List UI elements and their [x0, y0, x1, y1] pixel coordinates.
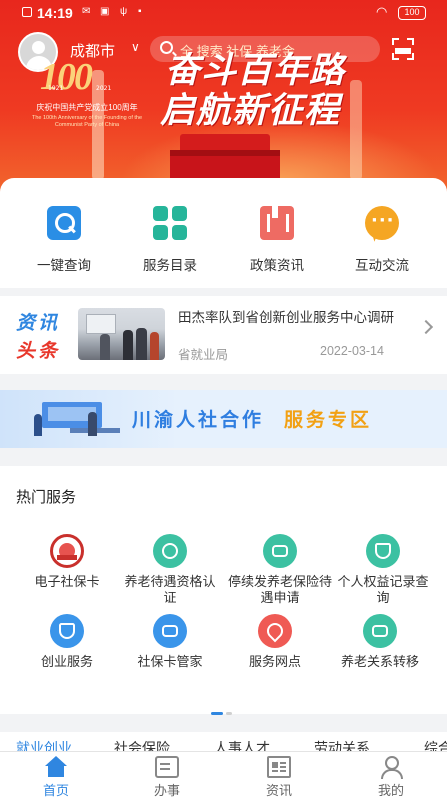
- news-source: 省就业局: [178, 348, 229, 362]
- nav-tasks[interactable]: 办事: [122, 756, 212, 799]
- tab-employment[interactable]: 就业创业: [16, 738, 72, 752]
- social-card-seal-icon: [50, 534, 84, 568]
- nav-me[interactable]: 我的: [346, 756, 436, 799]
- tab-labor-relations[interactable]: 劳动关系: [314, 738, 370, 752]
- notification-icon: [22, 7, 32, 17]
- bottom-nav: 首页 办事 资讯 我的: [0, 751, 447, 799]
- home-icon: [44, 756, 68, 778]
- service-e-social-card[interactable]: 电子社保卡: [11, 534, 123, 590]
- coop-title: 川渝人社合作: [132, 409, 265, 431]
- chevron-right-icon[interactable]: [418, 319, 434, 335]
- status-bar: 14:19 ✉ ▣ ψ ▪ ◠ 100: [0, 0, 447, 26]
- headline-news[interactable]: 资讯 头条 田杰率队到省创新创业服务中心调研 省就业局 2022-03-14: [0, 296, 447, 374]
- location-pin-icon: [258, 614, 292, 648]
- ornamental-column: [350, 80, 362, 180]
- status-time: 14:19: [37, 5, 73, 21]
- news-date: 2022-03-14: [320, 344, 384, 358]
- quick-item-service-directory[interactable]: 服务目录: [125, 206, 215, 274]
- anniversary-text-en: The 100th Anniversary of the Founding of…: [31, 115, 143, 128]
- header-banner[interactable]: 14:19 ✉ ▣ ψ ▪ ◠ 100 成都市 ∨ 全 搜索 社保 养老金 10…: [0, 0, 447, 200]
- section-title: 热门服务: [16, 489, 77, 506]
- transfer-icon: [363, 614, 397, 648]
- service-card-manager[interactable]: 社保卡管家: [114, 614, 226, 670]
- chat-icon: [365, 206, 399, 240]
- category-tabs: 就业创业 社会保险 人事人才 劳动关系 综合: [0, 732, 447, 752]
- chevron-down-icon[interactable]: ∨: [131, 40, 140, 54]
- tiananmen-gate-illustration: [170, 134, 280, 180]
- news-thumbnail[interactable]: [78, 308, 165, 360]
- nav-news[interactable]: 资讯: [234, 756, 324, 799]
- service-pension-transfer[interactable]: 养老关系转移: [324, 614, 436, 670]
- search-icon: [47, 206, 81, 240]
- tab-comprehensive[interactable]: 综合: [424, 738, 447, 752]
- quick-item-interaction[interactable]: 互动交流: [337, 206, 427, 274]
- mail-icon: ✉: [82, 6, 91, 17]
- coop-service-banner[interactable]: 川渝人社合作 服务专区: [0, 390, 447, 448]
- tab-social-insurance[interactable]: 社会保险: [114, 738, 170, 752]
- battery-indicator: 100: [398, 6, 426, 20]
- app-notification-icon: ▪: [138, 6, 142, 17]
- grid-icon: [153, 206, 187, 240]
- quick-services: 一键查询 服务目录 政策资讯 互动交流: [0, 178, 447, 288]
- news-tag-line2: 头条: [16, 340, 61, 362]
- startup-shield-icon: [50, 614, 84, 648]
- quick-item-policy-news[interactable]: 政策资讯: [232, 206, 322, 274]
- wifi-icon: ◠: [376, 4, 388, 19]
- service-outlets[interactable]: 服务网点: [219, 614, 331, 670]
- page-indicator: [211, 700, 235, 719]
- service-pension-certification[interactable]: 养老待遇资格认证: [114, 534, 226, 606]
- tab-personnel[interactable]: 人事人才: [214, 738, 270, 752]
- elderly-certify-icon: [153, 534, 187, 568]
- scan-icon[interactable]: [392, 38, 414, 60]
- anniversary-text: 庆祝中国共产党成立100周年: [36, 103, 138, 112]
- news-icon: [267, 756, 291, 778]
- card-manager-icon: [153, 614, 187, 648]
- book-icon: [260, 206, 294, 240]
- coop-title-highlight: 服务专区: [284, 409, 373, 431]
- task-icon: [155, 756, 179, 778]
- vpn-icon: ▣: [100, 6, 110, 17]
- service-pension-suspend-resume[interactable]: 停续发养老保险待遇申请: [224, 534, 336, 606]
- usb-icon: ψ: [120, 6, 128, 17]
- hot-services: 热门服务 电子社保卡 养老待遇资格认证 停续发养老保险待遇申请 个人权益记录查询…: [0, 466, 447, 715]
- news-tag-line1: 资讯: [16, 312, 61, 334]
- quick-item-query[interactable]: 一键查询: [19, 206, 109, 274]
- anniversary-logo: 100 1921 2021: [40, 56, 112, 98]
- service-startup[interactable]: 创业服务: [11, 614, 123, 670]
- banner-slogan-line2: 启航新征程: [160, 91, 341, 131]
- nav-home[interactable]: 首页: [11, 756, 101, 799]
- app-page: 14:19 ✉ ▣ ψ ▪ ◠ 100 成都市 ∨ 全 搜索 社保 养老金 10…: [0, 0, 447, 799]
- user-icon: [379, 756, 403, 779]
- news-title[interactable]: 田杰率队到省创新创业服务中心调研: [178, 308, 410, 327]
- pension-apply-icon: [263, 534, 297, 568]
- service-rights-record-query[interactable]: 个人权益记录查询: [327, 534, 439, 606]
- rights-record-icon: [366, 534, 400, 568]
